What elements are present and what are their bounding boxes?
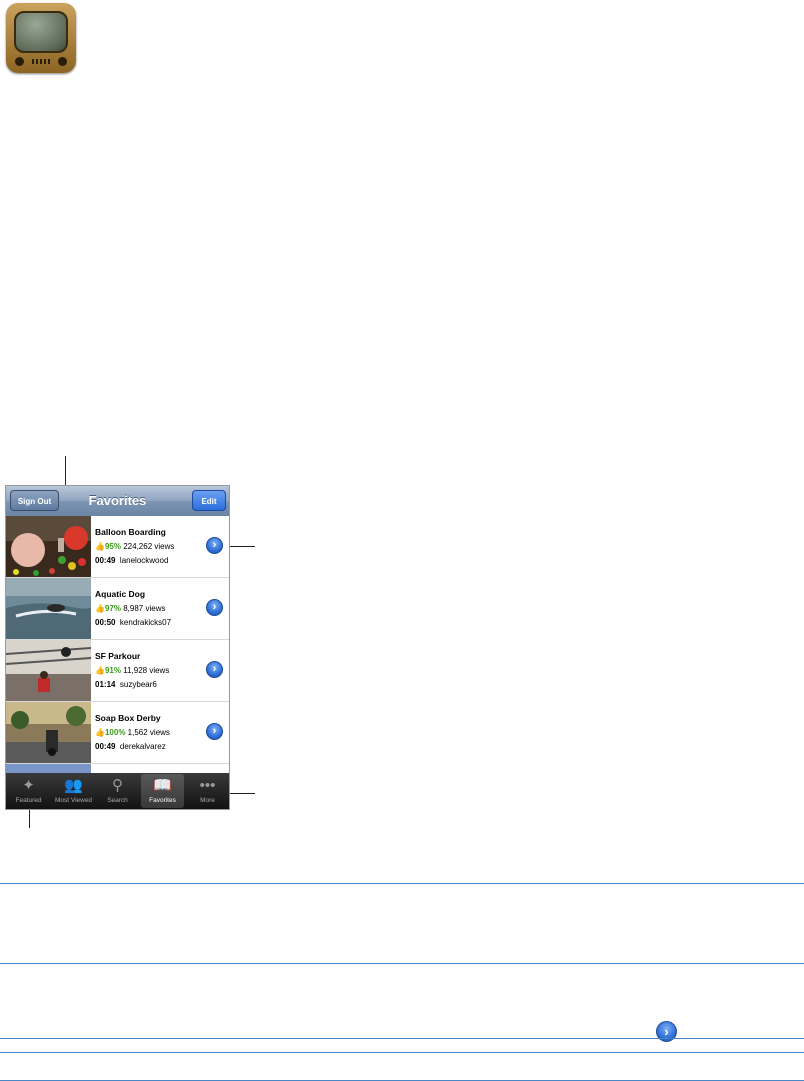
search-icon: ⚲ (112, 777, 123, 794)
phone-screen: Sign Out Favorites Edit Balloon Boarding… (5, 485, 230, 810)
youtube-app-icon (6, 3, 76, 73)
tv-speaker-icon (32, 59, 50, 64)
table-rule (0, 963, 804, 964)
video-author: lanelockwood (119, 556, 169, 565)
video-meta: 00:50 kendrakicks07 (95, 618, 171, 627)
video-duration: 00:49 (95, 742, 116, 751)
featured-icon: ✦ (22, 777, 35, 794)
video-thumbnail (6, 516, 91, 577)
favorites-icon: 📖 (153, 777, 172, 794)
video-duration: 01:14 (95, 680, 116, 689)
nav-bar: Sign Out Favorites Edit (6, 486, 229, 517)
tv-knob-icon (15, 57, 24, 66)
video-views: 11,928 views (123, 666, 170, 675)
thumbs-up-icon: 👍 (95, 728, 105, 737)
detail-disclosure-button[interactable]: › (206, 723, 223, 740)
video-views: 8,987 views (123, 604, 166, 613)
table-rule (0, 1038, 804, 1039)
video-row[interactable]: Soap Box Derby 👍100% 1,562 views 00:49 d… (6, 702, 229, 764)
chevron-right-icon: › (212, 663, 217, 675)
video-row[interactable]: Aquatic Dog 👍97% 8,987 views 00:50 kendr… (6, 578, 229, 640)
video-meta: 00:49 lanelockwood (95, 556, 168, 565)
tab-label: More (200, 797, 215, 804)
video-stats: 👍95% 224,262 views (95, 542, 174, 551)
most-viewed-icon: 👥 (64, 777, 83, 794)
tab-more[interactable]: ••• More (186, 774, 229, 808)
video-duration: 00:49 (95, 556, 116, 565)
video-title: Balloon Boarding (95, 527, 166, 537)
thumbs-up-icon: 👍 (95, 542, 105, 551)
chevron-right-icon: › (664, 1024, 669, 1039)
video-rating: 91% (104, 666, 121, 675)
detail-disclosure-button[interactable]: › (206, 661, 223, 678)
video-views: 1,562 views (127, 728, 170, 737)
video-title: Soap Box Derby (95, 713, 161, 723)
table-rule (0, 1052, 804, 1053)
thumbs-up-icon: 👍 (95, 666, 105, 675)
chevron-right-icon: › (212, 601, 217, 613)
edit-button[interactable]: Edit (192, 490, 226, 511)
detail-disclosure-button[interactable]: › (206, 537, 223, 554)
video-stats: 👍100% 1,562 views (95, 728, 170, 737)
chevron-right-icon: › (212, 725, 217, 737)
video-title: Aquatic Dog (95, 589, 146, 599)
tab-most-viewed[interactable]: 👥 Most Viewed (52, 774, 95, 808)
video-author: derekalvarez (119, 742, 166, 751)
video-row[interactable]: Balloon Boarding 👍95% 224,262 views 00:4… (6, 516, 229, 578)
tab-favorites[interactable]: 📖 Favorites (141, 774, 184, 808)
detail-disclosure-button[interactable]: › (206, 599, 223, 616)
video-author: suzybear6 (119, 680, 157, 689)
tv-knob-icon (58, 57, 67, 66)
thumbs-up-icon: 👍 (95, 604, 105, 613)
video-thumbnail (6, 640, 91, 701)
table-rule (0, 883, 804, 884)
video-thumbnail (6, 702, 91, 763)
video-duration: 00:50 (95, 618, 116, 627)
tab-label: Favorites (149, 797, 176, 804)
video-row[interactable]: SF Parkour 👍91% 11,928 views 01:14 suzyb… (6, 640, 229, 702)
video-title: SF Parkour (95, 651, 141, 661)
tab-label: Search (107, 797, 128, 804)
more-icon: ••• (199, 777, 216, 794)
tab-featured[interactable]: ✦ Featured (7, 774, 50, 808)
video-thumbnail (6, 578, 91, 639)
video-views: 224,262 views (123, 542, 175, 551)
video-rating: 100% (104, 728, 126, 737)
video-meta: 01:14 suzybear6 (95, 680, 157, 689)
video-stats: 👍91% 11,928 views (95, 666, 169, 675)
tab-label: Most Viewed (54, 797, 93, 804)
tab-search[interactable]: ⚲ Search (96, 774, 139, 808)
tab-label: Featured (15, 797, 42, 804)
video-rating: 95% (104, 542, 121, 551)
tab-bar: ✦ Featured 👥 Most Viewed ⚲ Search 📖 Favo… (6, 773, 229, 809)
chevron-right-icon: › (212, 539, 217, 551)
video-rating: 97% (104, 604, 121, 613)
video-stats: 👍97% 8,987 views (95, 604, 165, 613)
video-meta: 00:49 derekalvarez (95, 742, 166, 751)
video-author: kendrakicks07 (119, 618, 172, 627)
tv-screen-icon (14, 11, 68, 53)
